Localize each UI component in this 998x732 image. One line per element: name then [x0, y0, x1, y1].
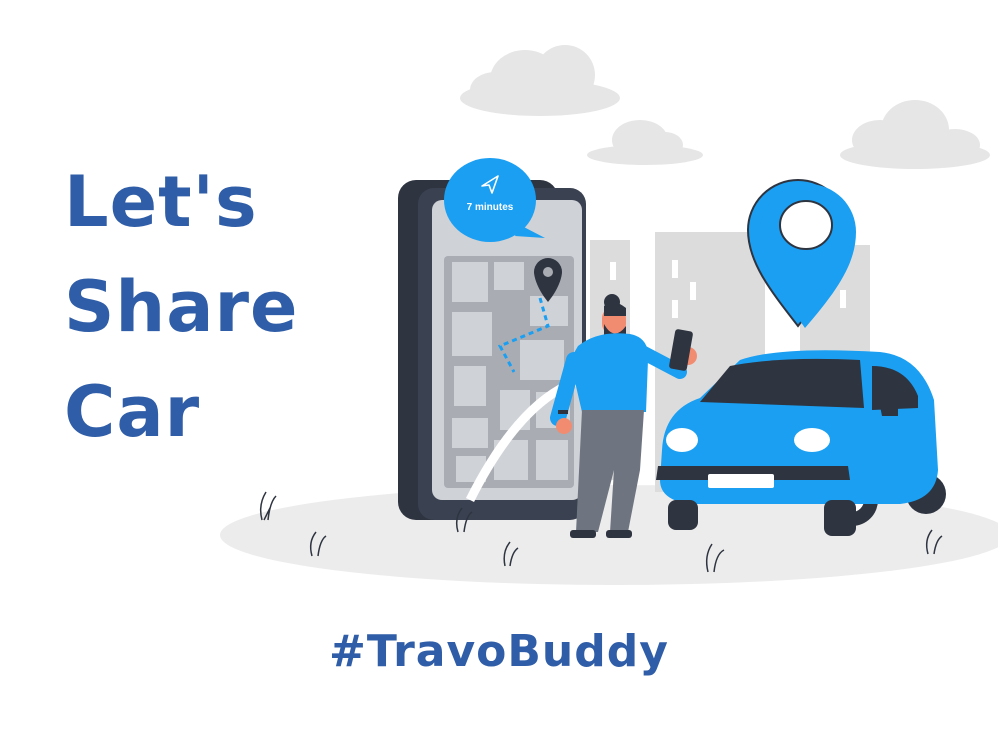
- cloud-icon: [587, 120, 703, 165]
- share-car-illustration: 7 minutes: [220, 45, 998, 585]
- cloud-icon: [460, 45, 620, 116]
- cloud-icon: [840, 100, 990, 169]
- hashtag: #TravoBuddy: [329, 626, 669, 677]
- eta-text: 7 minutes: [467, 202, 514, 213]
